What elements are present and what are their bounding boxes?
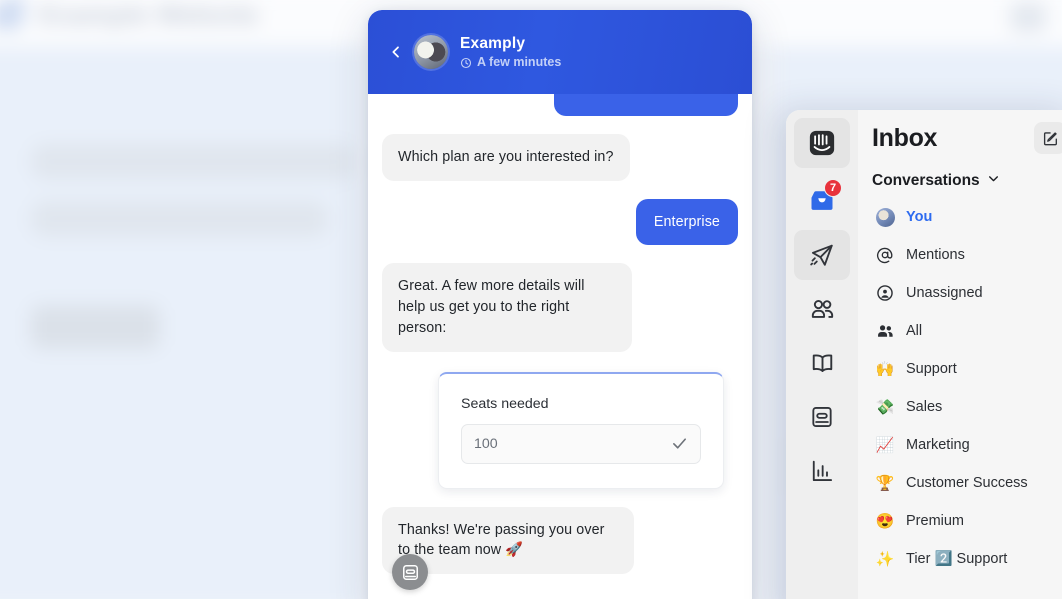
- sidebar-item-unassigned[interactable]: Unassigned: [872, 274, 1062, 312]
- messenger-conversation[interactable]: Which plan are you interested in? Enterp…: [368, 94, 752, 599]
- message-row: Thanks! We're passing you over to the te…: [382, 506, 738, 575]
- sidebar-item-label: Sales: [906, 398, 943, 415]
- inbox-unread-badge: 7: [824, 179, 842, 197]
- inbox-nav-rail: 7: [786, 110, 858, 599]
- sidebar-item-label: All: [906, 322, 923, 339]
- sidebar-item-label: Marketing: [906, 436, 970, 453]
- conversations-nav-list: You Mentions Unassigned All 🙌 Support 💸 …: [872, 198, 1062, 578]
- message-stream: Which plan are you interested in? Enterp…: [382, 94, 738, 575]
- background-menu-button[interactable]: [1010, 2, 1046, 32]
- seats-needed-field[interactable]: 100: [461, 423, 701, 464]
- person-circle-icon: [875, 283, 895, 303]
- sidebar-item-marketing[interactable]: 📈 Marketing: [872, 426, 1062, 464]
- people-icon: [875, 321, 895, 341]
- message-bubble-incoming: Great. A few more details will help us g…: [382, 263, 632, 352]
- chart-increasing-emoji: 📈: [875, 436, 895, 454]
- background-placeholder-bar: [30, 144, 356, 180]
- message-bubble-incoming: Which plan are you interested in?: [382, 134, 630, 181]
- message-row: Which plan are you interested in?: [382, 134, 738, 181]
- sidebar-item-all[interactable]: All: [872, 312, 1062, 350]
- messenger-launcher-icon[interactable]: [392, 554, 428, 590]
- screenshot-root: Example Website Examply A few minutes Wh…: [0, 0, 1062, 599]
- sidebar-item-label: You: [906, 208, 933, 225]
- sidebar-item-label: Tier 2️⃣ Support: [906, 550, 1008, 567]
- at-sign-icon: [875, 245, 895, 265]
- message-row: Enterprise: [382, 198, 738, 246]
- seats-needed-value[interactable]: 100: [474, 436, 671, 452]
- rail-item-inbox[interactable]: 7: [794, 176, 850, 226]
- trophy-emoji: 🏆: [875, 474, 895, 492]
- inbox-header: Inbox: [872, 122, 1062, 154]
- intercom-logo-icon[interactable]: [794, 118, 850, 168]
- conversations-label: Conversations: [872, 172, 980, 189]
- rail-item-contacts[interactable]: [794, 284, 850, 334]
- background-site-title: Example Website: [39, 0, 259, 30]
- compose-icon[interactable]: [1034, 122, 1062, 154]
- sidebar-item-mentions[interactable]: Mentions: [872, 236, 1062, 274]
- sidebar-item-tier-2-support[interactable]: ✨ Tier 2️⃣ Support: [872, 540, 1062, 578]
- rail-item-messenger[interactable]: [794, 392, 850, 442]
- agent-name: Examply: [460, 34, 526, 52]
- conversations-section-header[interactable]: Conversations: [872, 172, 1062, 190]
- sidebar-item-sales[interactable]: 💸 Sales: [872, 388, 1062, 426]
- cloud-logo-icon: [0, 0, 25, 30]
- message-row: Great. A few more details will help us g…: [382, 263, 738, 352]
- seats-needed-label: Seats needed: [461, 395, 549, 412]
- background-placeholder-button: [30, 305, 160, 349]
- user-avatar: [875, 207, 895, 227]
- rail-item-outbound[interactable]: [794, 230, 850, 280]
- page-title: Inbox: [872, 123, 938, 152]
- sidebar-item-label: Customer Success: [906, 474, 1028, 491]
- sidebar-item-support[interactable]: 🙌 Support: [872, 350, 1062, 388]
- sidebar-item-customer-success[interactable]: 🏆 Customer Success: [872, 464, 1062, 502]
- sidebar-item-label: Unassigned: [906, 284, 983, 301]
- background-placeholder-bar: [30, 201, 329, 237]
- clock-icon: [460, 57, 472, 69]
- sidebar-item-label: Premium: [906, 512, 965, 529]
- sidebar-item-you[interactable]: You: [872, 198, 1062, 236]
- response-time-text: A few minutes: [477, 54, 562, 69]
- sidebar-item-label: Mentions: [906, 246, 965, 263]
- inbox-panel: 7 Inbox Conversations You Mentions Unass…: [786, 110, 1062, 599]
- inbox-content: Inbox Conversations You Mentions Unassig…: [858, 110, 1062, 599]
- messenger-header: Examply A few minutes: [368, 10, 752, 94]
- sidebar-item-label: Support: [906, 360, 957, 377]
- sparkles-emoji: ✨: [875, 550, 895, 568]
- rail-item-reports[interactable]: [794, 446, 850, 496]
- messenger-window: Examply A few minutes Which plan are you…: [368, 10, 752, 599]
- message-bubble-outgoing: Enterprise: [635, 198, 738, 246]
- heart-eyes-emoji: 😍: [875, 512, 895, 530]
- rail-item-articles[interactable]: [794, 338, 850, 388]
- chevron-down-icon[interactable]: [987, 172, 1000, 190]
- check-icon[interactable]: [671, 435, 688, 452]
- messenger-header-texts: Examply A few minutes: [460, 34, 561, 71]
- agent-avatar: [414, 35, 448, 69]
- sidebar-item-premium[interactable]: 😍 Premium: [872, 502, 1062, 540]
- response-time-status: A few minutes: [460, 55, 561, 71]
- raising-hands-emoji: 🙌: [875, 360, 895, 378]
- money-wings-emoji: 💸: [875, 398, 895, 416]
- inline-form-card[interactable]: Seats needed 100: [438, 371, 724, 489]
- chevron-left-icon[interactable]: [382, 38, 410, 66]
- message-bubble-truncated: [554, 94, 738, 116]
